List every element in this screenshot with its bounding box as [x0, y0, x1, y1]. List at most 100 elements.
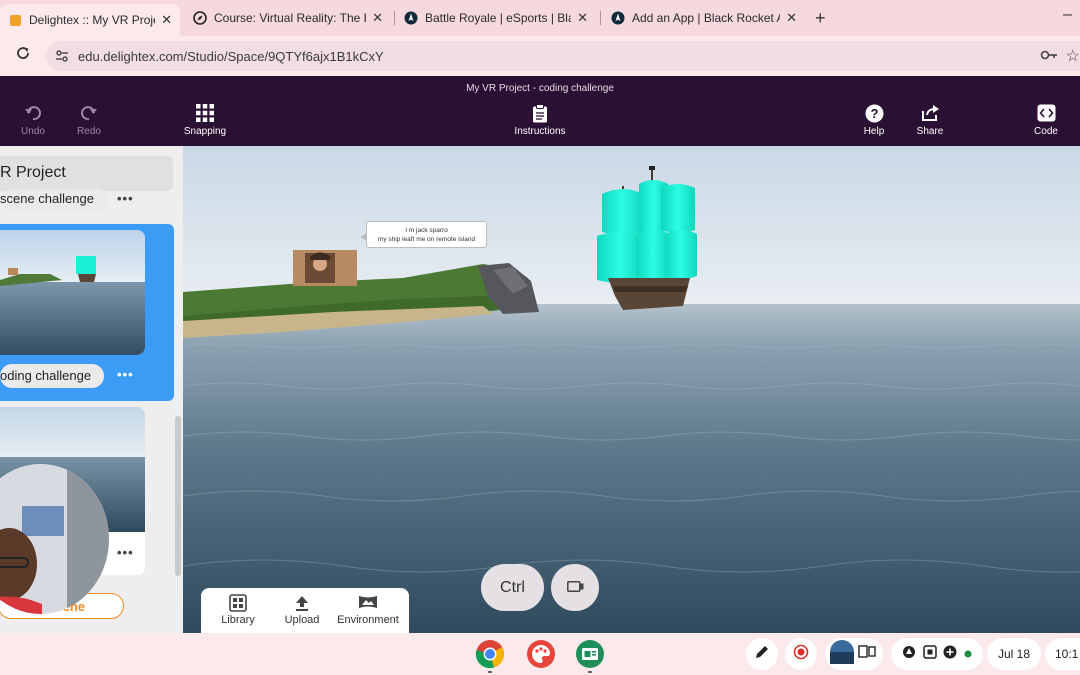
library-icon [218, 594, 258, 614]
camera-view-button[interactable] [551, 564, 599, 611]
speech-bubble[interactable]: I m jack sparro my ship leaft me on remo… [360, 221, 487, 248]
scene-render [183, 146, 1080, 633]
bookmark-star-icon[interactable]: ☆ [1066, 46, 1080, 66]
pen-icon [754, 644, 770, 665]
black-rocket-icon [611, 11, 625, 25]
grid-icon [175, 104, 235, 126]
instructions-button[interactable]: Instructions [510, 104, 570, 137]
code-icon [1016, 104, 1076, 126]
time-text: 10:1 [1055, 647, 1079, 661]
scene-thumbnail[interactable] [0, 230, 145, 355]
app-header: My VR Project - coding challenge Undo Re… [0, 76, 1080, 146]
record-icon [793, 644, 809, 665]
site-info-icon[interactable] [54, 48, 70, 64]
undo-button[interactable]: Undo [3, 104, 63, 137]
key-icon[interactable] [1040, 48, 1058, 65]
tab-title: Battle Royale | eSports | Black R [425, 11, 571, 25]
holding-space[interactable] [825, 638, 883, 670]
close-icon[interactable]: ✕ [161, 12, 172, 28]
more-options-icon[interactable]: ••• [117, 367, 134, 382]
camera-icon [566, 579, 584, 597]
upload-button[interactable]: Upload [281, 594, 323, 626]
library-button[interactable]: Library [218, 594, 258, 626]
reload-icon[interactable] [15, 45, 31, 66]
palette-icon[interactable] [526, 639, 556, 669]
speech-line-2: my ship leaft me on remote island [377, 236, 476, 243]
help-label: Help [863, 126, 885, 137]
new-tab-button[interactable]: + [815, 8, 826, 29]
date-display[interactable]: Jul 18 [987, 638, 1041, 670]
snapping-label: Snapping [183, 126, 227, 137]
tab-add-app[interactable]: Add an App | Black Rocket Arca ✕ [603, 4, 805, 32]
code-label: Code [1034, 126, 1058, 137]
tab-course[interactable]: Course: Virtual Reality: The Fut ✕ [185, 4, 391, 32]
environment-button[interactable]: Environment [333, 594, 403, 626]
redo-button[interactable]: Redo [59, 104, 119, 137]
tab-title: Delightex :: My VR Project [29, 13, 156, 27]
instructions-label: Instructions [514, 126, 566, 137]
scene-preview [0, 230, 145, 355]
screen-record-button[interactable] [785, 638, 817, 670]
tab-title: Add an App | Black Rocket Arca [632, 11, 780, 25]
clock-display[interactable]: 10:1 [1045, 638, 1080, 670]
project-title: My VR Project - coding challenge [466, 83, 614, 94]
share-label: Share [916, 126, 944, 137]
url-text: edu.delightex.com/Studio/Space/9QTYf6ajx… [78, 49, 384, 64]
environment-icon [333, 594, 403, 614]
vr-scene-viewport[interactable]: I m jack sparro my ship leaft me on remo… [183, 146, 1080, 633]
share-icon [900, 104, 960, 126]
library-label: Library [221, 614, 255, 626]
close-icon[interactable]: ✕ [786, 10, 797, 26]
tab-divider [394, 11, 395, 25]
close-icon[interactable]: ✕ [577, 10, 588, 26]
redo-icon [59, 104, 119, 126]
snapping-button[interactable]: Snapping [175, 104, 235, 137]
compass-icon [193, 11, 207, 25]
close-icon[interactable]: ✕ [372, 10, 383, 26]
tab-title: Course: Virtual Reality: The Fut [214, 11, 367, 25]
running-indicator [488, 671, 492, 673]
ctrl-button[interactable]: Ctrl [481, 564, 544, 611]
asset-toolbar: Library Upload Environment [201, 588, 409, 633]
running-indicator [588, 671, 592, 673]
code-button[interactable]: Code [1016, 104, 1076, 137]
minimize-button[interactable]: – [1063, 6, 1072, 24]
more-options-icon[interactable]: ••• [117, 545, 134, 560]
upload-label: Upload [284, 614, 320, 626]
browser-toolbar: edu.delightex.com/Studio/Space/9QTYf6ajx… [0, 36, 1080, 76]
scrollbar[interactable] [175, 416, 181, 576]
undo-label: Undo [21, 126, 45, 137]
status-dot-icon [964, 645, 972, 663]
more-options-icon[interactable]: ••• [117, 191, 134, 206]
clipboard-icon [510, 104, 570, 126]
add-circle-icon [943, 645, 957, 664]
tab-delightex[interactable]: Delightex :: My VR Project ✕ [0, 4, 180, 36]
wallpaper-thumbnail-icon [829, 639, 879, 670]
black-rocket-icon [404, 11, 418, 25]
os-shelf: Jul 18 10:1 [0, 633, 1080, 675]
scene-label: scene challenge [0, 189, 108, 211]
help-icon: ? [844, 104, 904, 126]
quick-settings-icons[interactable] [891, 638, 983, 670]
svg-text:?: ? [870, 106, 878, 121]
scene-label: oding challenge [0, 364, 104, 388]
date-text: Jul 18 [997, 647, 1031, 661]
browser-tab-strip: Delightex :: My VR Project ✕ Course: Vir… [0, 0, 1080, 36]
tab-divider [600, 11, 601, 25]
share-button[interactable]: Share [900, 104, 960, 137]
delightex-icon [8, 13, 22, 27]
screen-capture-icon [923, 644, 937, 664]
upload-icon [281, 594, 323, 614]
undo-icon [3, 104, 63, 126]
tab-battle-royale[interactable]: Battle Royale | eSports | Black R ✕ [396, 4, 596, 32]
project-name[interactable]: R Project [0, 156, 173, 191]
chrome-icon[interactable] [475, 639, 505, 669]
help-button[interactable]: ? Help [844, 104, 904, 137]
redo-label: Redo [77, 126, 101, 137]
lumi-icon [902, 645, 916, 664]
address-bar[interactable]: edu.delightex.com/Studio/Space/9QTYf6ajx… [46, 41, 1080, 71]
speech-line-1: I m jack sparro [405, 227, 448, 234]
environment-label: Environment [337, 614, 399, 626]
pen-tool[interactable] [746, 638, 778, 670]
classroom-icon[interactable] [575, 639, 605, 669]
